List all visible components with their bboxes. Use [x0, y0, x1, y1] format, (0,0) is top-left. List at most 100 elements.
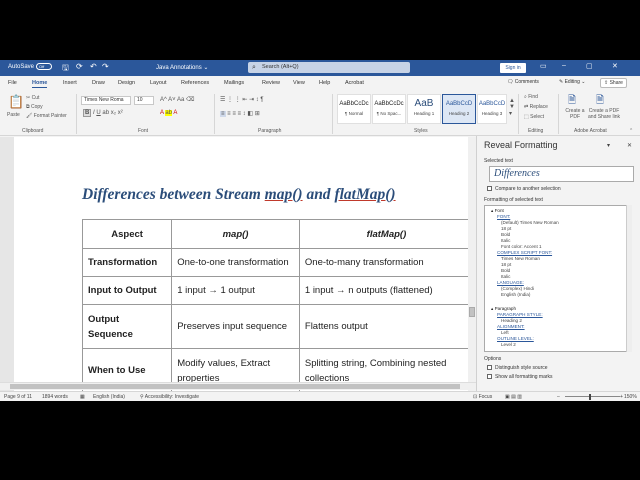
formatting-list[interactable]: ▴ Font FONT: (Default) Times New Roman 1… — [484, 205, 627, 352]
ribbon-display-icon[interactable]: ▭ — [540, 62, 547, 70]
style-heading-2[interactable]: AaBbCcD Heading 2 — [442, 94, 476, 124]
collapse-ribbon-icon[interactable]: ⌃ — [629, 128, 633, 134]
replace-button[interactable]: ⇄ Replace — [524, 104, 548, 110]
create-pdf-share-label[interactable]: Create a PDF and Share link — [584, 108, 624, 120]
align-icons[interactable]: ≡ ≡ ≡ ≡ ↕ ◧ ⊞ — [220, 110, 260, 117]
formatting-scrollbar[interactable] — [626, 205, 632, 352]
table-header[interactable]: map() — [171, 219, 300, 249]
table-header[interactable]: Aspect — [81, 219, 173, 249]
select-button[interactable]: ⬚ Select — [524, 114, 544, 120]
paragraph-style-link[interactable]: PARAGRAPH STYLE: — [497, 312, 543, 317]
tab-acrobat[interactable]: Acrobat — [345, 80, 364, 86]
outline-link[interactable]: OUTLINE LEVEL: — [497, 336, 534, 341]
tab-file[interactable]: File — [8, 80, 17, 86]
font-color-icon[interactable]: A ab A — [160, 110, 177, 116]
table-cell[interactable]: 1 input → 1 output — [171, 276, 300, 305]
font-size-box[interactable]: 10 — [134, 96, 154, 105]
show-all-checkbox[interactable]: Show all formatting marks — [487, 374, 553, 380]
table-cell[interactable]: Flattens output — [298, 304, 475, 349]
font-link[interactable]: FONT: — [497, 214, 510, 219]
zoom-thumb[interactable] — [589, 394, 591, 400]
table-cell[interactable]: 1 input → n outputs (flattened) — [298, 276, 475, 305]
word-count[interactable]: 1894 words — [42, 394, 68, 400]
minimize-icon[interactable]: – — [562, 62, 566, 69]
distinguish-checkbox[interactable]: Distinguish style source — [487, 365, 548, 371]
tab-insert[interactable]: Insert — [63, 80, 77, 86]
style-no-spacing[interactable]: AaBbCcDc ¶ No Spac... — [372, 94, 406, 124]
tab-home[interactable]: Home — [32, 80, 48, 88]
table-header[interactable]: flatMap() — [298, 219, 475, 249]
cursor-icon: ⬚ — [524, 114, 529, 120]
document-page[interactable]: Differences between Stream map() and fla… — [14, 137, 475, 392]
style-heading-3[interactable]: AaBbCcD Heading 3 — [477, 94, 507, 124]
zoom-in-icon[interactable]: + — [620, 394, 623, 400]
copy-button[interactable]: ⧉ Copy — [26, 104, 43, 110]
table-cell[interactable]: One-to-one transformation — [171, 248, 300, 277]
close-icon[interactable]: ✕ — [627, 142, 632, 149]
table-cell[interactable]: Preserves input sequence — [171, 304, 300, 349]
accessibility-status[interactable]: ⚲ Accessibility: Investigate — [140, 394, 199, 400]
cut-button[interactable]: ✂ Cut — [26, 95, 39, 101]
search-icon: ⌕ — [524, 94, 527, 100]
formatting-label: Formatting of selected text — [484, 197, 543, 203]
zoom-out-icon[interactable]: – — [557, 394, 560, 400]
paste-label[interactable]: Paste — [7, 112, 20, 118]
maximize-icon[interactable]: ▢ — [586, 62, 593, 70]
compare-checkbox[interactable]: Compare to another selection — [487, 186, 561, 192]
copy-icon: ⧉ — [26, 104, 30, 110]
tab-draw[interactable]: Draw — [92, 80, 105, 86]
selected-text-box[interactable]: Differences — [489, 166, 634, 182]
alignment-link[interactable]: ALIGNMENT: — [497, 324, 525, 329]
table-cell[interactable]: One-to-many transformation — [298, 248, 475, 277]
style-heading-1[interactable]: AaB Heading 1 — [407, 94, 441, 124]
zoom-slider[interactable] — [565, 396, 620, 397]
tab-review[interactable]: Review — [262, 80, 280, 86]
autosave-toggle[interactable]: Off — [34, 63, 52, 70]
format-painter-button[interactable]: 🖌 Format Painter — [26, 113, 67, 119]
zoom-level[interactable]: 150% — [624, 394, 637, 400]
table-cell[interactable]: Input to Output — [81, 276, 173, 305]
tab-mailings[interactable]: Mailings — [224, 80, 244, 86]
table-cell[interactable]: Output Sequence — [81, 304, 173, 349]
proofing-icon[interactable]: ▦ — [80, 394, 85, 400]
page-count[interactable]: Page 9 of 11 — [4, 394, 32, 400]
chevron-down-icon[interactable]: ▾ — [607, 142, 610, 149]
tab-help[interactable]: Help — [319, 80, 330, 86]
font-name-box[interactable]: Times New Roma — [81, 96, 131, 105]
sign-in-button[interactable]: Sign in — [500, 63, 526, 73]
scroll-thumb[interactable] — [10, 384, 460, 389]
close-icon[interactable]: ✕ — [612, 62, 618, 70]
comments-button[interactable]: 🗨 Comments — [504, 78, 542, 88]
language-status[interactable]: English (India) — [93, 394, 125, 400]
document-name[interactable]: Java Annotations ⌄ — [156, 64, 208, 71]
list-icons[interactable]: ☰ ⋮ ⋮ ⇤ ⇥ ↕ ¶ — [220, 96, 264, 103]
editing-mode-button[interactable]: ✎ Editing ⌄ — [556, 78, 588, 88]
focus-button[interactable]: ⊡ Focus — [473, 394, 492, 400]
paste-icon[interactable]: 📋 — [8, 94, 24, 110]
save-icon[interactable]: 🖫 — [62, 62, 69, 76]
styles-more-icon[interactable]: ▲ ▼ ▾ — [509, 98, 515, 117]
page-title[interactable]: Differences between Stream map() and fla… — [82, 186, 396, 204]
grow-font-icon[interactable]: A^ A˅ Aa ⌫ — [160, 96, 195, 103]
search-box[interactable]: ⌕ Search (Alt+Q) — [248, 62, 410, 73]
tab-references[interactable]: References — [181, 80, 209, 86]
scroll-thumb[interactable] — [469, 307, 475, 317]
share-button[interactable]: ⇪ Share — [600, 78, 627, 88]
language-link[interactable]: LANGUAGE: — [497, 280, 524, 285]
style-normal[interactable]: AaBbCcDc ¶ Normal — [337, 94, 371, 124]
cut-label: Cut — [31, 95, 40, 101]
bold-italic-underline[interactable]: B I U ab x₂ x² — [83, 109, 123, 117]
view-icons[interactable]: ▣ ▤ ▥ — [505, 394, 522, 400]
vertical-scrollbar[interactable] — [468, 137, 476, 393]
tab-layout[interactable]: Layout — [150, 80, 167, 86]
find-button[interactable]: ⌕ Find — [524, 94, 538, 100]
style-name: ¶ Normal — [344, 111, 364, 116]
horizontal-scrollbar[interactable] — [0, 382, 476, 390]
tab-view[interactable]: View — [293, 80, 305, 86]
table-cell[interactable]: Transformation — [81, 248, 173, 277]
tab-design[interactable]: Design — [118, 80, 135, 86]
complex-font-link[interactable]: COMPLEX SCRIPT FONT: — [497, 250, 552, 255]
refresh-icon[interactable]: ⟳ — [76, 62, 83, 71]
undo-icon[interactable]: ↶ — [90, 62, 97, 71]
redo-icon[interactable]: ↷ — [102, 62, 109, 71]
